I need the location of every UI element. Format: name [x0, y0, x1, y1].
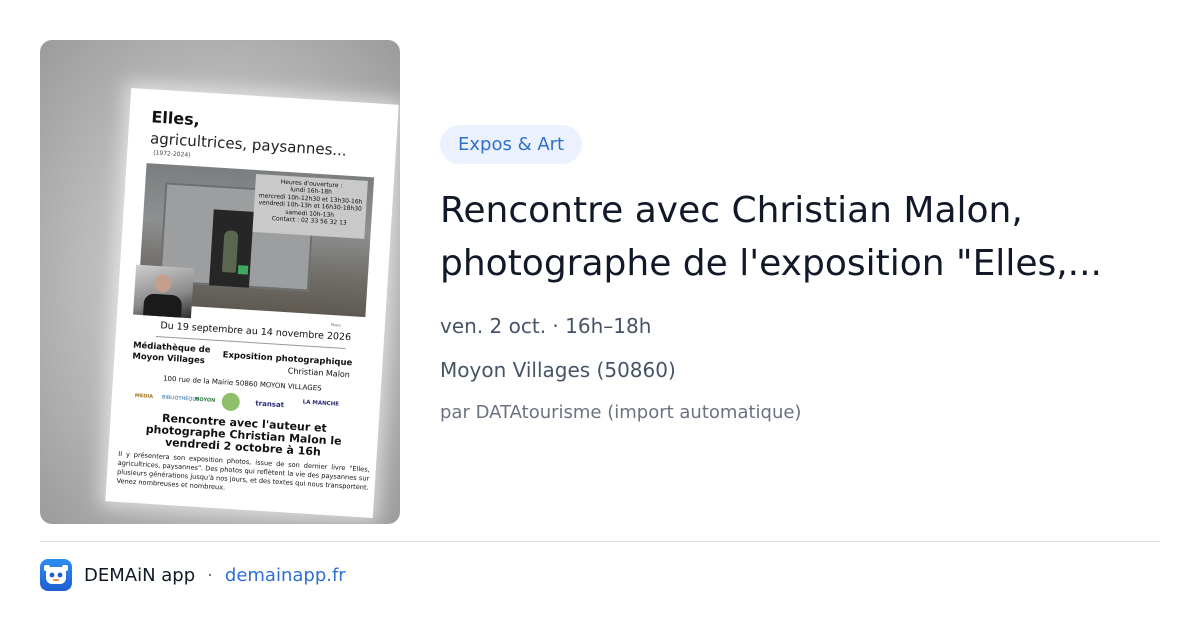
- poster-venue: Médiathèque de Moyon Villages: [132, 341, 211, 368]
- photographer-portrait: [133, 264, 195, 319]
- poster-artist: Christian Malon: [287, 366, 351, 380]
- demain-app-icon[interactable]: [40, 559, 72, 591]
- app-url-link[interactable]: demainapp.fr: [225, 565, 346, 586]
- event-datetime: ven. 2 oct. · 16h–18h: [440, 314, 652, 338]
- poster-opening-hours: Heures d'ouverture : lundi 16h-18h mercr…: [252, 174, 368, 239]
- event-source: par DATAtourisme (import automatique): [440, 402, 802, 423]
- event-location: Moyon Villages (50860): [440, 358, 676, 382]
- transat-logo: transat: [255, 399, 285, 410]
- app-name: DEMAiN app: [84, 564, 196, 586]
- media-logo: MEDIA: [134, 392, 154, 400]
- event-image[interactable]: Elles, agricultrices, paysannes... (1972…: [40, 40, 400, 524]
- footer: DEMAiN app · demainapp.fr: [40, 558, 346, 592]
- green-round-logo: [221, 392, 241, 412]
- footer-divider: [40, 541, 1160, 542]
- event-poster: Elles, agricultrices, paysannes... (1972…: [105, 87, 399, 519]
- event-title[interactable]: Rencontre avec Christian Malon, photogra…: [440, 184, 1160, 290]
- poster-credit: Photo: [330, 322, 341, 328]
- poster-dates: Du 19 septembre au 14 novembre 2026: [160, 320, 352, 344]
- category-tag[interactable]: Expos & Art: [440, 125, 583, 164]
- poster-years: (1972-2024): [153, 149, 191, 159]
- event-title-line: photographe de l'exposition "Elles,...: [440, 243, 1102, 284]
- portrait-face: [154, 273, 172, 293]
- footer-separator: ·: [207, 564, 213, 586]
- la-manche-logo: LA MANCHE: [302, 399, 340, 408]
- moyon-logo: MOYON: [194, 396, 216, 404]
- event-title-line: Rencontre avec Christian Malon,: [440, 190, 1023, 231]
- bucket-shape: [237, 265, 249, 275]
- library-logo: BIBLIOTHÈQUE: [161, 394, 200, 403]
- farmer-figure: [221, 230, 239, 273]
- portrait-body: [143, 293, 183, 318]
- demain-mascot-icon: [44, 565, 68, 584]
- poster-title: Elles,: [150, 107, 201, 130]
